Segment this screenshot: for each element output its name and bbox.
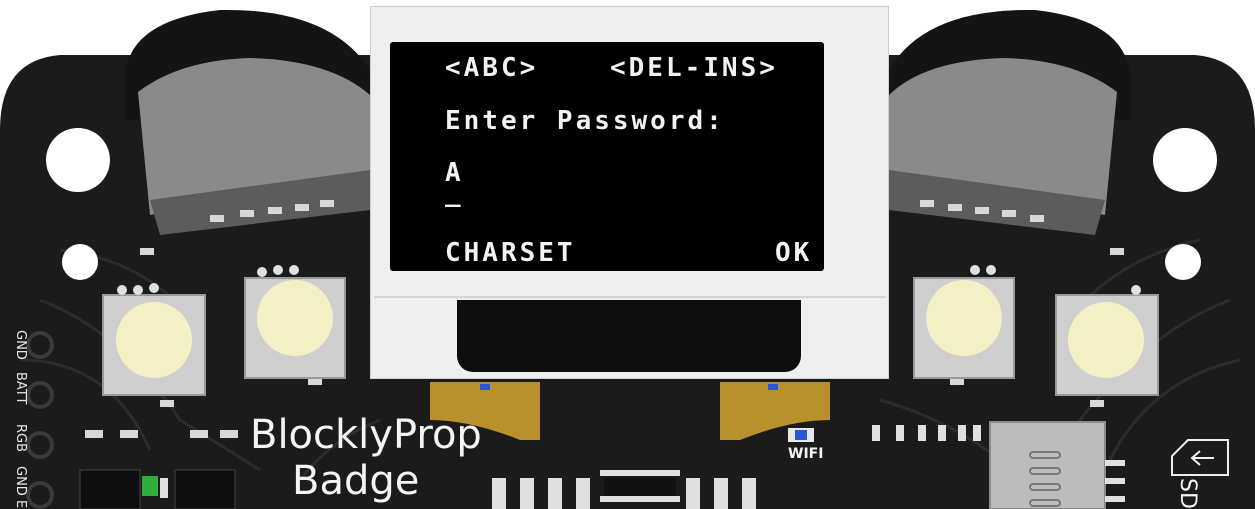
- power-led: [142, 476, 158, 496]
- sd-label: SD: [1175, 478, 1200, 509]
- pin-label-gnd-2: GND: [13, 466, 28, 496]
- mount-hole-left-small: [62, 244, 98, 280]
- led-right-2: [1055, 285, 1159, 396]
- charset-softkey[interactable]: CHARSET: [445, 240, 576, 266]
- mount-hole-right-small: [1165, 244, 1201, 280]
- pin-label-batt: BATT: [13, 372, 28, 405]
- del-ins-nav-label: <DEL-INS>: [610, 53, 778, 83]
- wifi-label: WIFI: [788, 446, 824, 462]
- led-left-1: [102, 283, 206, 396]
- charset-nav-label: <ABC>: [445, 53, 539, 83]
- oled-divider: [374, 296, 886, 298]
- led-right-1: [913, 265, 1015, 379]
- pin-label-e: E: [13, 500, 28, 509]
- sd-card-slot: [989, 421, 1125, 509]
- ok-softkey[interactable]: OK: [775, 240, 812, 266]
- mount-hole-left: [46, 128, 110, 192]
- oled-ribbon: [457, 300, 801, 372]
- text-cursor: _: [445, 178, 464, 208]
- pin-label-rgb: RGB: [13, 424, 28, 453]
- led-left-2: [244, 265, 346, 379]
- pin-label-gnd-1: GND: [13, 330, 28, 360]
- brand-line1: BlocklyProp: [250, 412, 482, 458]
- password-prompt: Enter Password:: [445, 106, 725, 136]
- mount-hole-right: [1153, 128, 1217, 192]
- brand-line2: Badge: [292, 458, 420, 504]
